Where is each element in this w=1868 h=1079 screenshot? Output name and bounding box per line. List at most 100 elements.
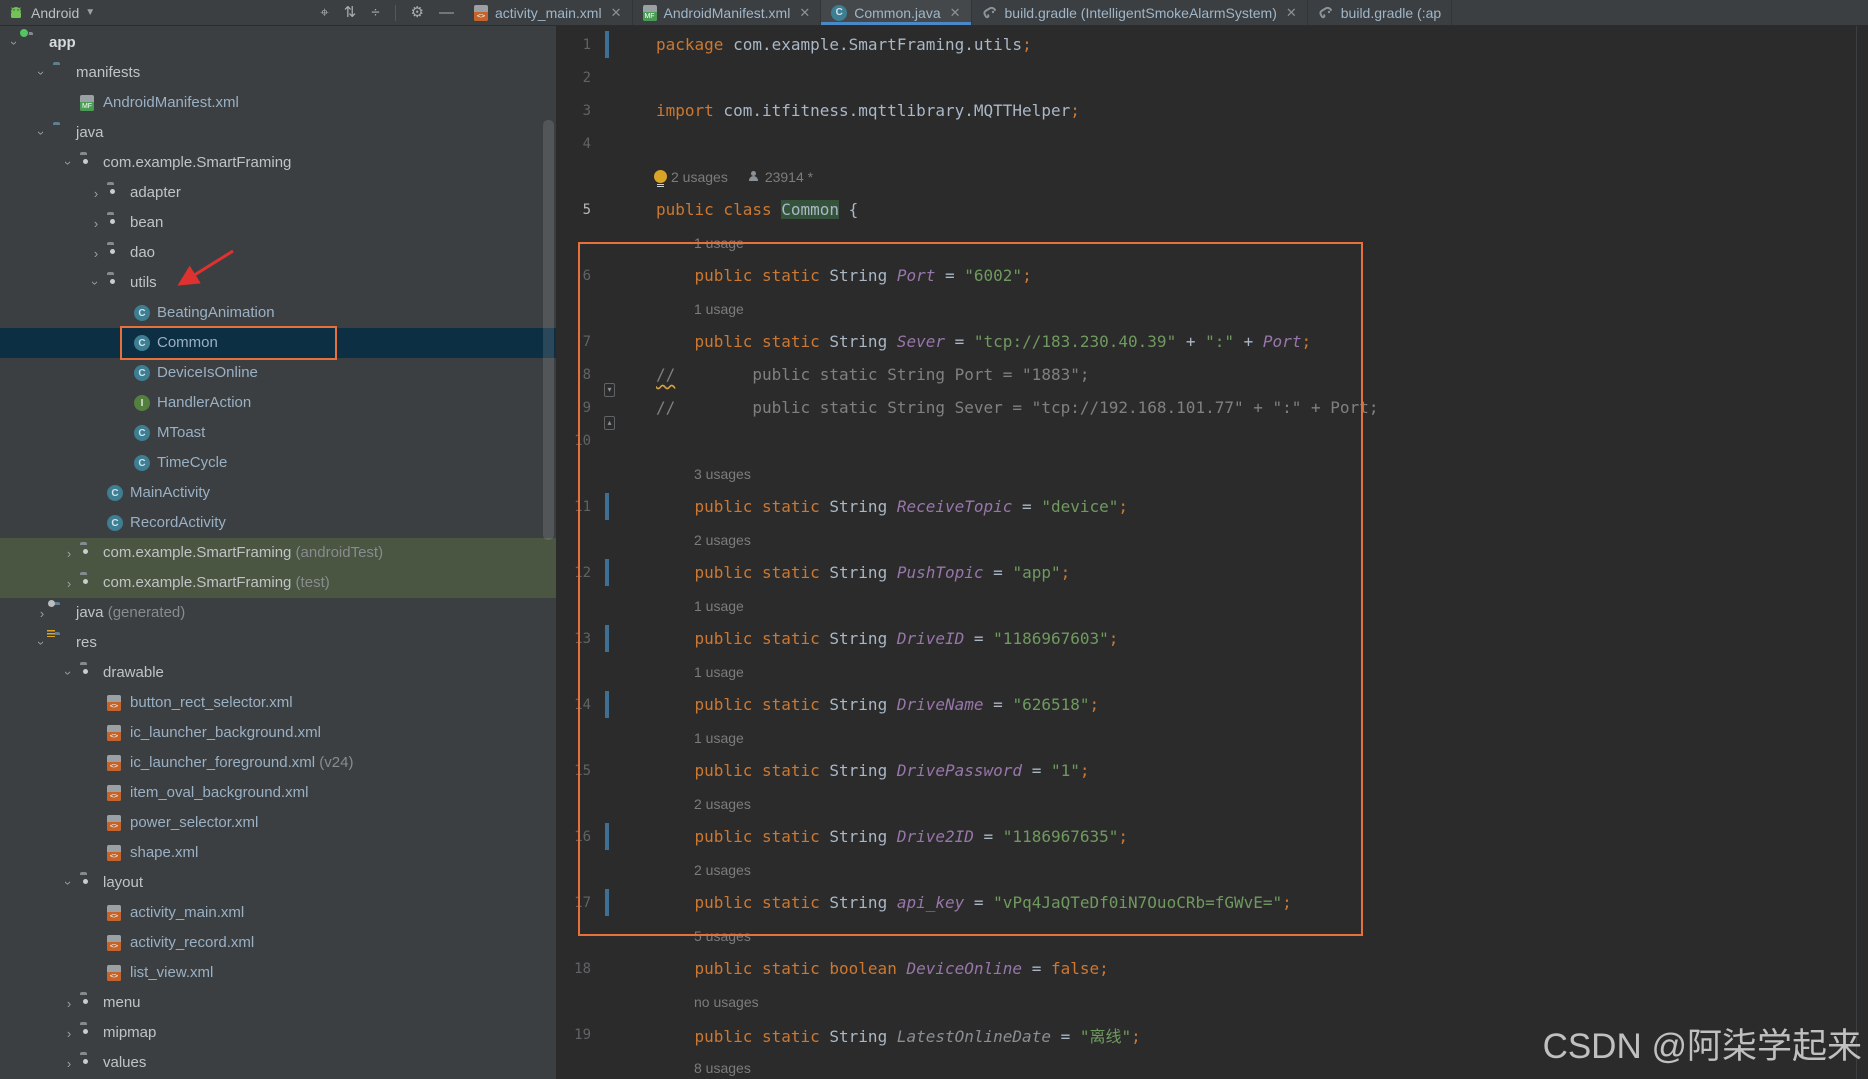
code-line-content[interactable]: public static boolean DeviceOnline = fal… xyxy=(620,959,1868,978)
project-view-selector[interactable]: Android xyxy=(31,5,79,21)
code-line-content[interactable]: public static String DriveName = "626518… xyxy=(620,695,1868,714)
usages-hint-text[interactable]: 1 usage xyxy=(694,664,744,680)
tree-item-menu[interactable]: ›menu xyxy=(0,988,556,1018)
tree-item-java[interactable]: ›java (generated) xyxy=(0,598,556,628)
tree-item-androidmanifest-xml[interactable]: AndroidManifest.xml xyxy=(0,88,556,118)
chevron-expanded-icon[interactable]: › xyxy=(27,126,57,140)
code-line-content[interactable]: public class Common { xyxy=(620,200,1868,219)
tab-activity-main-xml[interactable]: activity_main.xml✕ xyxy=(464,0,633,25)
close-icon[interactable]: ✕ xyxy=(950,5,961,21)
usages-hint-text[interactable]: 1 usage xyxy=(694,730,744,746)
chevron-expanded-icon[interactable]: › xyxy=(54,156,84,170)
tree-item-handleraction[interactable]: IHandlerAction xyxy=(0,388,556,418)
tree-item-res[interactable]: ›res xyxy=(0,628,556,658)
tab-build-gradle-ap[interactable]: build.gradle (:ap xyxy=(1308,0,1452,25)
author-hint-text[interactable]: 23914 * xyxy=(765,169,813,185)
usages-hint-text[interactable]: no usages xyxy=(694,994,759,1010)
expand-all-icon[interactable]: ⇅ xyxy=(344,0,357,26)
settings-gear-icon[interactable]: ⚙ xyxy=(411,0,424,26)
usages-hint-text[interactable]: 8 usages xyxy=(694,1060,751,1076)
chevron-expanded-icon[interactable]: › xyxy=(81,276,111,290)
hide-panel-icon[interactable]: — xyxy=(439,0,454,26)
usages-hint-text[interactable]: 1 usage xyxy=(694,235,744,251)
close-icon[interactable]: ✕ xyxy=(611,5,622,21)
usages-hint-text[interactable]: 1 usage xyxy=(694,301,744,317)
code-line-content[interactable]: public static String Sever = "tcp://183.… xyxy=(620,332,1868,351)
chevron-collapsed-icon[interactable]: › xyxy=(89,238,103,268)
code-line-content[interactable]: public static String PushTopic = "app"; xyxy=(620,563,1868,582)
tab-androidmanifest-xml[interactable]: AndroidManifest.xml✕ xyxy=(633,0,822,25)
tree-item-mainactivity[interactable]: CMainActivity xyxy=(0,478,556,508)
collapse-all-icon[interactable]: ÷ xyxy=(371,0,379,26)
project-tree-scrollbar[interactable] xyxy=(543,120,554,540)
chevron-expanded-icon[interactable]: › xyxy=(27,66,57,80)
tab-build-gradle-intelligentsmokealarmsystem[interactable]: build.gradle (IntelligentSmokeAlarmSyste… xyxy=(972,0,1308,25)
tab-common-java[interactable]: CCommon.java✕ xyxy=(821,0,971,25)
locate-icon[interactable]: ⌖ xyxy=(320,0,328,26)
tree-item-mtoast[interactable]: CMToast xyxy=(0,418,556,448)
chevron-expanded-icon[interactable]: › xyxy=(27,636,57,650)
tree-item-bean[interactable]: ›bean xyxy=(0,208,556,238)
code-line-content[interactable]: public static String DrivePassword = "1"… xyxy=(620,761,1868,780)
tree-item-beatinganimation[interactable]: CBeatingAnimation xyxy=(0,298,556,328)
tree-item-dao[interactable]: ›dao xyxy=(0,238,556,268)
tree-item-activity-record-xml[interactable]: activity_record.xml xyxy=(0,928,556,958)
usages-hint-text[interactable]: 1 usage xyxy=(694,598,744,614)
code-line-content[interactable]: public static String Drive2ID = "1186967… xyxy=(620,827,1868,846)
tree-item-com-example-smartframing[interactable]: ›com.example.SmartFraming (androidTest) xyxy=(0,538,556,568)
chevron-collapsed-icon[interactable]: › xyxy=(62,568,76,598)
tree-item-ic-launcher-background-xml[interactable]: ic_launcher_background.xml xyxy=(0,718,556,748)
code-line-content[interactable]: public static String api_key = "vPq4JaQT… xyxy=(620,893,1868,912)
chevron-collapsed-icon[interactable]: › xyxy=(62,1018,76,1048)
code-line-content[interactable]: public static String DriveID = "11869676… xyxy=(620,629,1868,648)
usages-hint-text[interactable]: 2 usages xyxy=(694,862,751,878)
tree-item-layout[interactable]: ›layout xyxy=(0,868,556,898)
code-line-content[interactable]: // public static String Sever = "tcp://1… xyxy=(620,398,1868,417)
chevron-collapsed-icon[interactable]: › xyxy=(62,1048,76,1078)
tree-item-timecycle[interactable]: CTimeCycle xyxy=(0,448,556,478)
close-icon[interactable]: ✕ xyxy=(1286,5,1297,21)
code-line-content[interactable]: // public static String Port = "1883"; xyxy=(620,365,1868,384)
tree-item-java[interactable]: ›java xyxy=(0,118,556,148)
tree-item-button-rect-selector-xml[interactable]: button_rect_selector.xml xyxy=(0,688,556,718)
usages-hint-text[interactable]: 5 usages xyxy=(694,928,751,944)
tree-item-recordactivity[interactable]: CRecordActivity xyxy=(0,508,556,538)
chevron-collapsed-icon[interactable]: › xyxy=(89,208,103,238)
chevron-expanded-icon[interactable]: › xyxy=(54,666,84,680)
usages-hint-text[interactable]: 2 usages xyxy=(694,796,751,812)
intention-bulb-icon[interactable] xyxy=(654,170,667,183)
tree-item-shape-xml[interactable]: shape.xml xyxy=(0,838,556,868)
tree-item-drawable[interactable]: ›drawable xyxy=(0,658,556,688)
tree-item-deviceisonline[interactable]: CDeviceIsOnline xyxy=(0,358,556,388)
tree-item-com-example-smartframing[interactable]: ›com.example.SmartFraming (test) xyxy=(0,568,556,598)
tree-item-item-oval-background-xml[interactable]: item_oval_background.xml xyxy=(0,778,556,808)
code-line-content[interactable]: import com.itfitness.mqttlibrary.MQTTHel… xyxy=(620,101,1868,120)
line-number: 12 xyxy=(556,565,604,581)
tree-item-list-view-xml[interactable]: list_view.xml xyxy=(0,958,556,988)
usages-hint-text[interactable]: 3 usages xyxy=(694,466,751,482)
chevron-collapsed-icon[interactable]: › xyxy=(62,538,76,568)
chevron-collapsed-icon[interactable]: › xyxy=(62,988,76,1018)
tree-item-manifests[interactable]: ›manifests xyxy=(0,58,556,88)
tree-item-common[interactable]: CCommon xyxy=(0,328,556,358)
code-line-content[interactable]: package com.example.SmartFraming.utils; xyxy=(620,35,1868,54)
chevron-expanded-icon[interactable]: › xyxy=(54,876,84,890)
tree-item-activity-main-xml[interactable]: activity_main.xml xyxy=(0,898,556,928)
tree-item-values[interactable]: ›values xyxy=(0,1048,556,1078)
code-line-content[interactable]: public static String ReceiveTopic = "dev… xyxy=(620,497,1868,516)
chevron-collapsed-icon[interactable]: › xyxy=(35,598,49,628)
close-icon[interactable]: ✕ xyxy=(799,5,810,21)
tree-item-ic-launcher-foreground-xml[interactable]: ic_launcher_foreground.xml (v24) xyxy=(0,748,556,778)
tree-item-app[interactable]: ›app xyxy=(0,28,556,58)
tree-item-power-selector-xml[interactable]: power_selector.xml xyxy=(0,808,556,838)
chevron-expanded-icon[interactable]: › xyxy=(0,36,30,50)
usages-hint-text[interactable]: 2 usages xyxy=(671,169,728,185)
tree-item-utils[interactable]: ›utils xyxy=(0,268,556,298)
tree-item-mipmap[interactable]: ›mipmap xyxy=(0,1018,556,1048)
tree-item-com-example-smartframing[interactable]: ›com.example.SmartFraming xyxy=(0,148,556,178)
editor-scrollbar-track[interactable] xyxy=(1856,26,1857,1079)
usages-hint-text[interactable]: 2 usages xyxy=(694,532,751,548)
tree-item-adapter[interactable]: ›adapter xyxy=(0,178,556,208)
code-line-content[interactable]: public static String Port = "6002"; xyxy=(620,266,1868,285)
chevron-collapsed-icon[interactable]: › xyxy=(89,178,103,208)
